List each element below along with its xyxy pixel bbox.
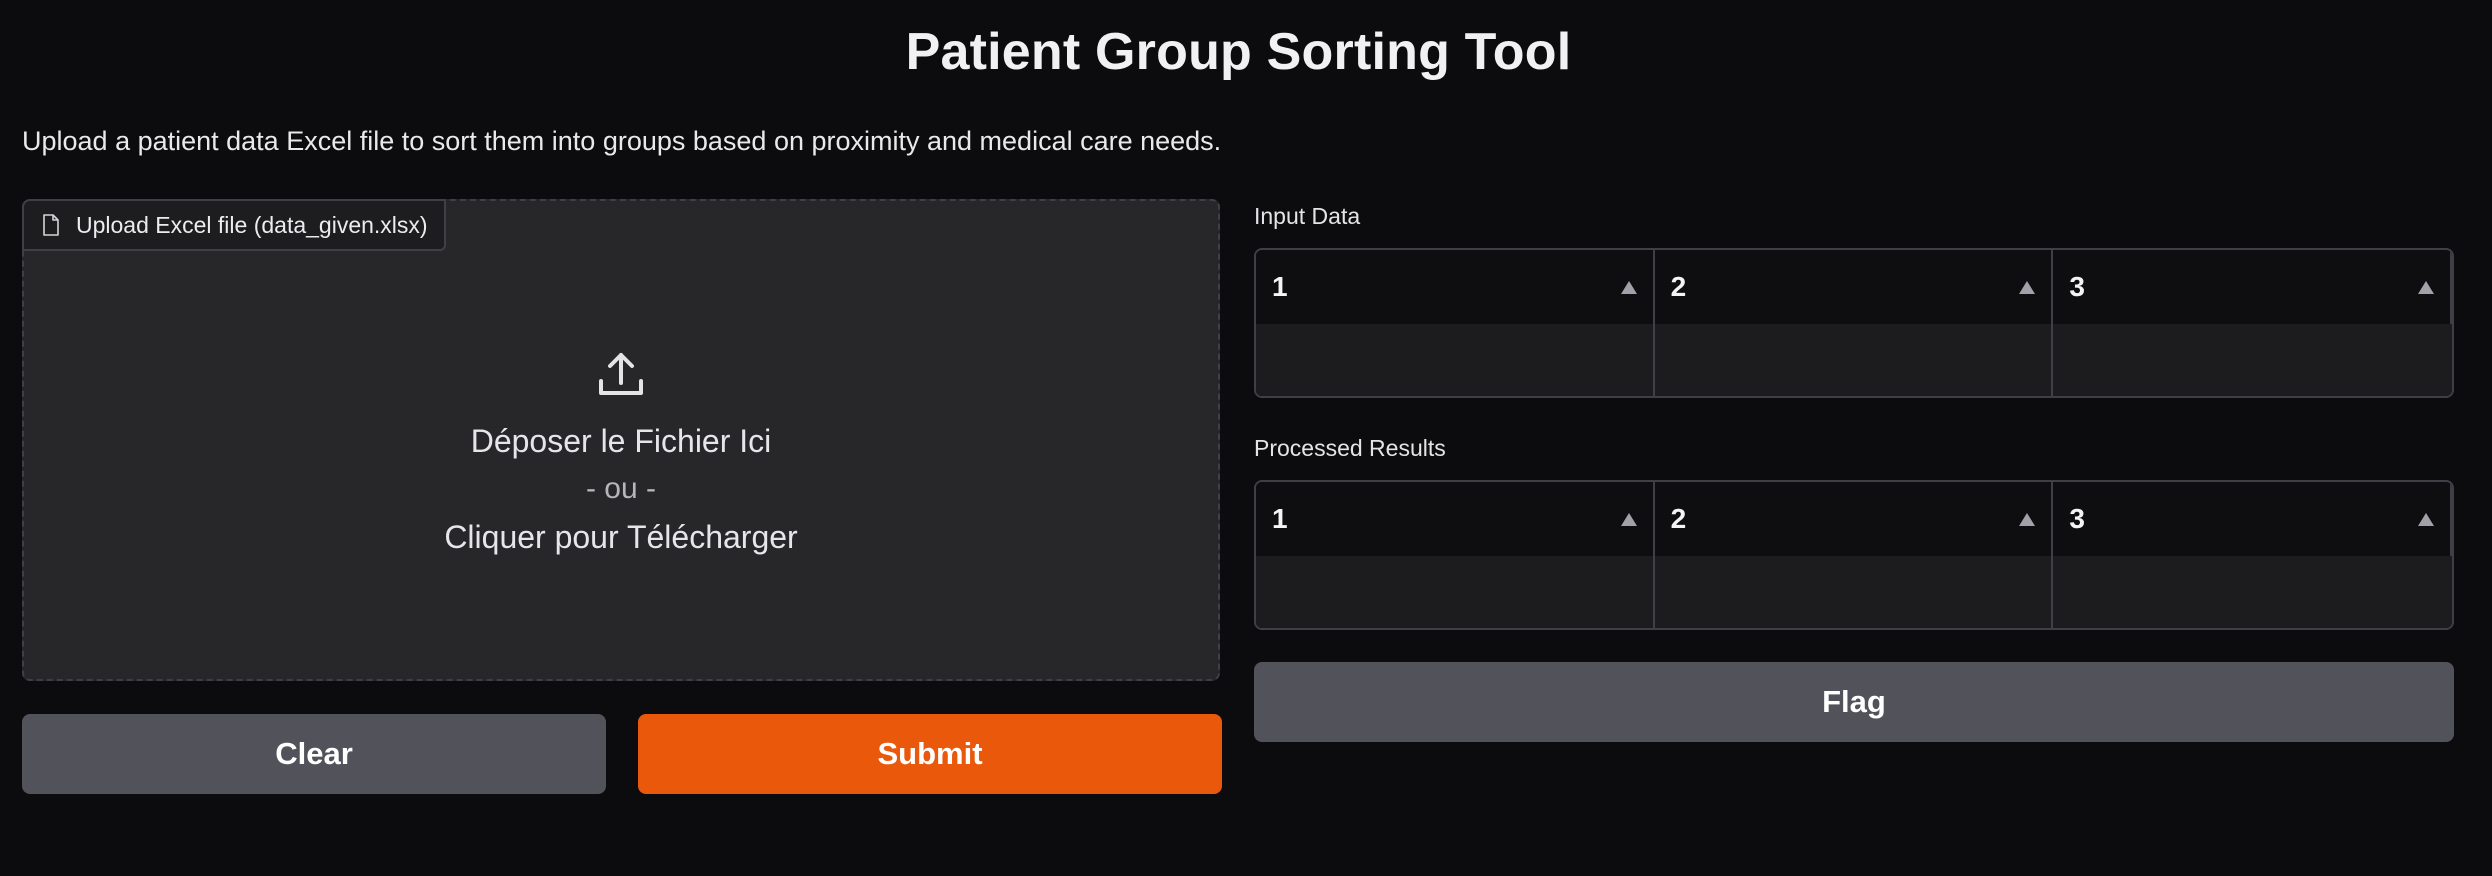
column-header-label: 3: [2069, 503, 2085, 534]
table-cell[interactable]: [1654, 556, 2054, 628]
sort-ascending-icon[interactable]: [2019, 280, 2036, 294]
column-header[interactable]: 1: [1256, 250, 1655, 324]
sort-ascending-icon[interactable]: [1620, 512, 1637, 526]
column-header[interactable]: 2: [1654, 482, 2054, 556]
upload-label-text: Upload Excel file (data_given.xlsx): [76, 211, 428, 238]
file-upload-dropzone[interactable]: Upload Excel file (data_given.xlsx) Dépo…: [22, 199, 1220, 681]
drop-instructions: Déposer le Fichier Ici - ou - Cliquer po…: [24, 347, 1218, 561]
processed-results-label: Processed Results: [1254, 435, 1446, 461]
or-separator: - ou -: [585, 472, 657, 505]
app: Patient Group Sorting Tool Upload a pati…: [0, 0, 2492, 876]
column-header[interactable]: 2: [1654, 250, 2054, 324]
page-title: Patient Group Sorting Tool: [905, 23, 1572, 81]
column-header-label: 3: [2069, 271, 2085, 302]
input-data-table: 1 2 3: [1254, 248, 2454, 398]
column-header-label: 1: [1272, 271, 1288, 302]
processed-results-table: 1 2 3: [1254, 480, 2454, 630]
sort-ascending-icon[interactable]: [1620, 280, 1637, 294]
sort-ascending-icon[interactable]: [2417, 512, 2434, 526]
sort-ascending-icon[interactable]: [2019, 512, 2036, 526]
input-data-label: Input Data: [1254, 203, 1361, 229]
table-cell[interactable]: [2053, 556, 2452, 628]
column-header[interactable]: 3: [2053, 482, 2452, 556]
table-cell[interactable]: [1654, 324, 2054, 396]
table-cell[interactable]: [2053, 324, 2452, 396]
submit-button[interactable]: Submit: [638, 714, 1222, 794]
sort-ascending-icon[interactable]: [2417, 280, 2434, 294]
page-description: Upload a patient data Excel file to sort…: [22, 126, 1222, 156]
column-header[interactable]: 1: [1256, 482, 1655, 556]
drop-file-text: Déposer le Fichier Ici: [470, 423, 772, 459]
flag-button[interactable]: Flag: [1254, 662, 2454, 742]
column-header-label: 2: [1670, 503, 1687, 534]
file-icon: [43, 214, 59, 236]
table-cell[interactable]: [1256, 324, 1655, 396]
upload-icon: [599, 353, 643, 395]
table-cell[interactable]: [1256, 556, 1655, 628]
click-to-upload-text: Cliquer pour Télécharger: [444, 519, 798, 555]
column-header-label: 1: [1272, 503, 1288, 534]
column-header-label: 2: [1670, 271, 1687, 302]
column-header[interactable]: 3: [2053, 250, 2452, 324]
upload-label: Upload Excel file (data_given.xlsx): [22, 199, 446, 251]
clear-button[interactable]: Clear: [22, 714, 606, 794]
